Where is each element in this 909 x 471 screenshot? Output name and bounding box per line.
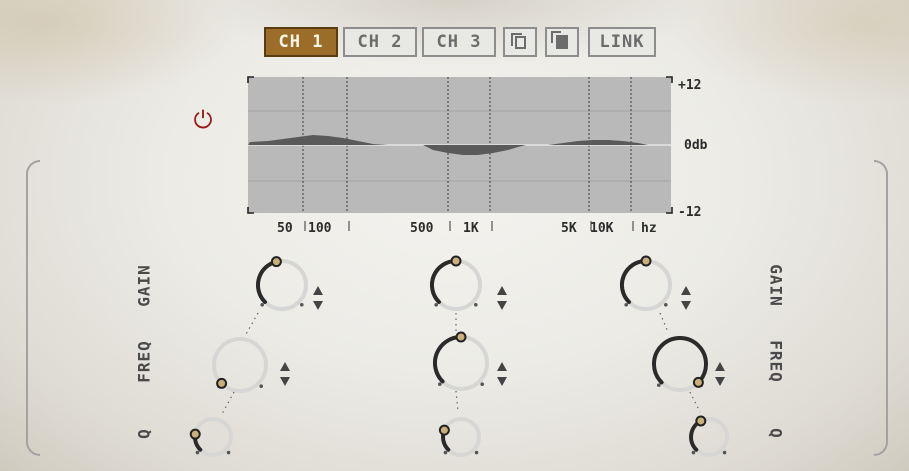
band2-q-knob-handle — [438, 424, 450, 436]
band2-freq-knob-handle — [455, 331, 467, 343]
band1-freq-stepper[interactable] — [279, 360, 291, 388]
band3-freq-knob-range-dot — [656, 383, 661, 388]
band1-gain-stepper[interactable] — [312, 284, 324, 312]
band1-gain-knob-range-dot — [260, 302, 265, 307]
band2-freq-knob-range-dot — [437, 382, 442, 387]
band1-gain-knob-arc — [255, 259, 279, 304]
db-label-mid: 0db — [684, 138, 708, 153]
band2-gain-stepper[interactable] — [496, 284, 508, 312]
channel-3-button[interactable]: CH 3 — [422, 27, 496, 57]
band3-q-knob-range-dot — [722, 450, 727, 455]
band1-gain-knob[interactable] — [248, 251, 316, 319]
band2-gain-knob-arc — [429, 258, 458, 304]
band3-freq-knob-arc — [652, 336, 708, 385]
band3-gain-knob-range-dot — [624, 302, 629, 307]
band2-freq-stepper[interactable] — [496, 360, 508, 388]
channel-1-button[interactable]: CH 1 — [264, 27, 338, 57]
band3-q-knob[interactable] — [681, 409, 737, 465]
channel-2-button[interactable]: CH 2 — [343, 27, 417, 57]
band3-freq-knob-handle — [692, 376, 704, 388]
gain-label-left: GAIN — [134, 264, 154, 307]
db-label-bottom: -12 — [678, 205, 702, 220]
band1-q-knob-range-dot — [195, 450, 200, 455]
freq-label-left: FREQ — [134, 340, 154, 383]
band2-freq-knob-range-dot — [480, 382, 485, 387]
band2-freq-knob-arc — [432, 335, 463, 384]
q-label-right: Q — [766, 428, 786, 439]
band2-q-knob[interactable] — [433, 409, 489, 465]
power-icon[interactable]: ⏻ — [188, 105, 218, 135]
band1-gain-knob-range-dot — [299, 302, 304, 307]
left-bracket — [26, 160, 40, 456]
band1-freq-knob-handle — [216, 377, 228, 389]
band3-gain-knob-handle — [640, 255, 652, 267]
band3-gain-knob-range-dot — [663, 302, 668, 307]
band1-gain-knob-handle — [270, 256, 282, 268]
q-label-left: Q — [134, 428, 154, 439]
band1-q-knob[interactable] — [185, 409, 241, 465]
hz-ticks — [304, 221, 634, 231]
band2-gain-knob-range-dot — [473, 302, 478, 307]
link-button[interactable]: LINK — [588, 27, 656, 57]
band3-q-knob-range-dot — [691, 450, 696, 455]
gain-label-right: GAIN — [766, 264, 786, 307]
right-bracket — [874, 160, 888, 456]
band3-freq-knob[interactable] — [644, 328, 716, 400]
band2-q-knob-range-dot — [443, 450, 448, 455]
band1-freq-knob-range-dot — [259, 384, 264, 389]
paste-button[interactable] — [545, 27, 579, 57]
band2-freq-knob[interactable] — [425, 327, 497, 399]
band2-gain-knob-handle — [450, 255, 462, 267]
band2-q-knob-range-dot — [474, 450, 479, 455]
paste-icon — [551, 31, 568, 49]
band1-q-knob-range-dot — [226, 450, 231, 455]
band3-gain-knob-arc — [619, 258, 648, 304]
band3-gain-knob[interactable] — [612, 251, 680, 319]
band1-q-knob-handle — [189, 428, 201, 440]
band2-gain-knob-range-dot — [434, 302, 439, 307]
band3-q-knob-handle — [695, 415, 707, 427]
band3-freq-stepper[interactable] — [714, 360, 726, 388]
freq-label-right: FREQ — [766, 340, 786, 383]
band1-freq-knob[interactable] — [204, 329, 276, 401]
db-label-top: +12 — [678, 78, 702, 93]
band2-gain-knob[interactable] — [422, 251, 490, 319]
copy-button[interactable] — [503, 27, 537, 57]
eq-display-corners — [247, 76, 673, 214]
copy-icon — [510, 32, 526, 49]
band3-gain-stepper[interactable] — [680, 284, 692, 312]
